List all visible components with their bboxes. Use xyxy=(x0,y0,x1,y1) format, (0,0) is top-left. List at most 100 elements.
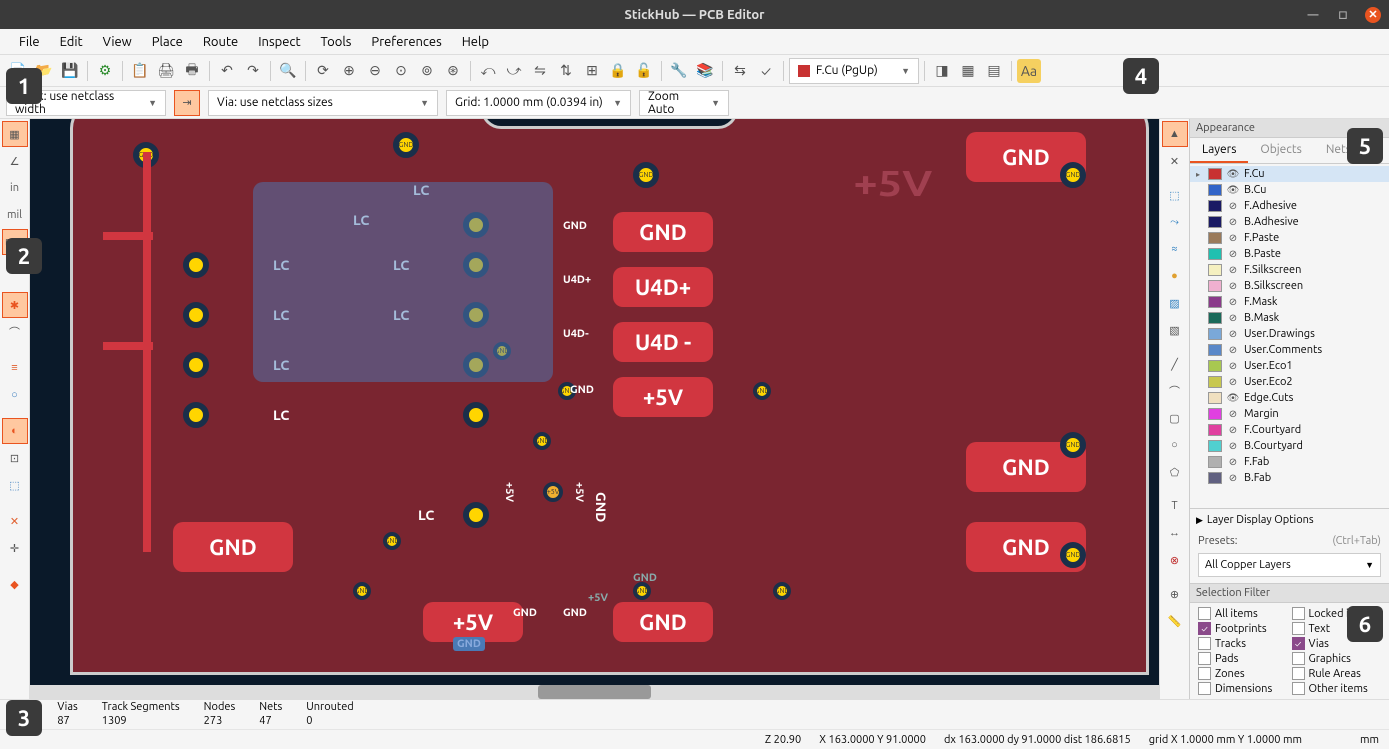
layer-row-User-Comments[interactable]: ⊘ User.Comments xyxy=(1190,342,1389,358)
board-setup-icon[interactable]: ⚙ xyxy=(93,59,117,83)
delete-icon[interactable]: ⊗ xyxy=(1162,547,1188,573)
presets-dropdown[interactable]: All Copper Layers ▼ xyxy=(1198,553,1381,577)
visibility-toggle-icon[interactable]: 👁 xyxy=(1226,183,1240,197)
zoom-in-icon[interactable]: ⊕ xyxy=(337,59,361,83)
filter-rule-areas[interactable]: Rule Areas xyxy=(1292,667,1382,680)
checkbox-icon[interactable] xyxy=(1198,652,1211,665)
visibility-toggle-icon[interactable]: ⊘ xyxy=(1226,375,1240,389)
filter-tracks[interactable]: Tracks xyxy=(1198,637,1288,650)
pad-outline-icon[interactable]: ○ xyxy=(2,382,28,408)
zoom-fit-icon[interactable]: ⊙ xyxy=(389,59,413,83)
mirror-h-icon[interactable]: ⇋ xyxy=(528,59,552,83)
checkbox-icon[interactable] xyxy=(1292,682,1305,695)
draw-circle-icon[interactable]: ○ xyxy=(1162,432,1188,458)
menu-tools[interactable]: Tools xyxy=(312,32,361,52)
filter-graphics[interactable]: Graphics xyxy=(1292,652,1382,665)
checkbox-icon[interactable] xyxy=(1292,667,1305,680)
pcb-canvas[interactable]: GND GND GND GND GND U4D+ U4D - +5V GND +… xyxy=(30,119,1159,685)
checkbox-icon[interactable] xyxy=(1292,607,1305,620)
net-color-icon[interactable]: ✛ xyxy=(2,535,28,561)
horizontal-scrollbar[interactable] xyxy=(30,685,1159,699)
layer-row-B-Adhesive[interactable]: ⊘ B.Adhesive xyxy=(1190,214,1389,230)
visibility-toggle-icon[interactable]: 👁 xyxy=(1226,391,1240,405)
layer-row-F-Mask[interactable]: ⊘ F.Mask xyxy=(1190,294,1389,310)
layers-list[interactable]: ▸ 👁 F.Cu 👁 B.Cu ⊘ F.Adhesive ⊘ B.Adhesiv… xyxy=(1190,164,1389,508)
checkbox-icon[interactable] xyxy=(1292,622,1305,635)
set-origin-icon[interactable]: ⊕ xyxy=(1162,581,1188,607)
rotate-ccw-icon[interactable]: ⤺ xyxy=(476,59,500,83)
visibility-toggle-icon[interactable]: ⊘ xyxy=(1226,423,1240,437)
menu-file[interactable]: File xyxy=(10,32,49,52)
place-footprint-icon[interactable]: ⬚ xyxy=(1162,182,1188,208)
layer-row-B-Paste[interactable]: ⊘ B.Paste xyxy=(1190,246,1389,262)
select-tool-icon[interactable]: ▲ xyxy=(1162,121,1188,147)
menu-view[interactable]: View xyxy=(94,32,141,52)
graphic-outline-icon[interactable]: ⬚ xyxy=(2,472,28,498)
layer-row-F-Silkscreen[interactable]: ⊘ F.Silkscreen xyxy=(1190,262,1389,278)
add-rule-area-icon[interactable]: ▧ xyxy=(1162,317,1188,343)
layer-row-Edge-Cuts[interactable]: 👁 Edge.Cuts xyxy=(1190,390,1389,406)
polar-coord-icon[interactable]: ∠ xyxy=(2,148,28,174)
checkbox-icon[interactable] xyxy=(1198,667,1211,680)
checkbox-icon[interactable] xyxy=(1198,637,1211,650)
visibility-toggle-icon[interactable]: ⊘ xyxy=(1226,263,1240,277)
tab-layers[interactable]: Layers xyxy=(1190,138,1248,163)
visibility-toggle-icon[interactable]: ⊘ xyxy=(1226,247,1240,261)
highlight-net-icon[interactable]: ✕ xyxy=(1162,148,1188,174)
visibility-toggle-icon[interactable]: ⊘ xyxy=(1226,327,1240,341)
visibility-toggle-icon[interactable]: ⊘ xyxy=(1226,215,1240,229)
visibility-toggle-icon[interactable]: ⊘ xyxy=(1226,439,1240,453)
group-icon[interactable]: ⊞ xyxy=(580,59,604,83)
add-dimension-icon[interactable]: ↔ xyxy=(1162,520,1188,546)
filter-dimensions[interactable]: Dimensions xyxy=(1198,682,1288,695)
active-layer-dropdown[interactable]: F.Cu (PgUp) ▼ xyxy=(789,58,919,84)
visibility-toggle-icon[interactable]: ⊘ xyxy=(1226,199,1240,213)
menu-route[interactable]: Route xyxy=(194,32,247,52)
zoom-object-icon[interactable]: ⊚ xyxy=(415,59,439,83)
rotate-cw-icon[interactable]: ⤻ xyxy=(502,59,526,83)
draw-rect-icon[interactable]: ▢ xyxy=(1162,405,1188,431)
visibility-toggle-icon[interactable]: ⊘ xyxy=(1226,295,1240,309)
page-settings-icon[interactable]: 📋 xyxy=(128,59,152,83)
layer-row-F-Paste[interactable]: ⊘ F.Paste xyxy=(1190,230,1389,246)
close-button[interactable]: ✕ xyxy=(1365,7,1381,23)
visibility-toggle-icon[interactable]: ⊘ xyxy=(1226,359,1240,373)
layers-manager-icon[interactable]: ◆ xyxy=(2,571,28,597)
plot-icon[interactable]: 🖶 xyxy=(180,59,204,83)
layer-row-F-Fab[interactable]: ⊘ F.Fab xyxy=(1190,454,1389,470)
unlock-icon[interactable]: 🔓 xyxy=(632,59,656,83)
add-text-icon[interactable]: T xyxy=(1162,493,1188,519)
filter-other-items[interactable]: Other items xyxy=(1292,682,1382,695)
visibility-toggle-icon[interactable]: 👁 xyxy=(1226,167,1240,181)
visibility-toggle-icon[interactable]: ⊘ xyxy=(1226,343,1240,357)
layer-row-F-Adhesive[interactable]: ⊘ F.Adhesive xyxy=(1190,198,1389,214)
print-icon[interactable]: 🖨 xyxy=(154,59,178,83)
redo-icon[interactable]: ↷ xyxy=(241,59,265,83)
route-diff-pair-icon[interactable]: ≈ xyxy=(1162,236,1188,262)
add-via-icon[interactable]: ● xyxy=(1162,263,1188,289)
add-zone-icon[interactable]: ▨ xyxy=(1162,290,1188,316)
inches-unit-icon[interactable]: in xyxy=(2,175,28,201)
mils-unit-icon[interactable]: mil xyxy=(2,202,28,228)
filter-all-items[interactable]: All items xyxy=(1198,607,1288,620)
filter-zones[interactable]: Zones xyxy=(1198,667,1288,680)
menu-help[interactable]: Help xyxy=(453,32,498,52)
filter-pads[interactable]: Pads xyxy=(1198,652,1288,665)
layer-row-B-Silkscreen[interactable]: ⊘ B.Silkscreen xyxy=(1190,278,1389,294)
zoom-dropdown[interactable]: Zoom Auto▼ xyxy=(639,90,729,116)
route-track-icon[interactable]: ⤳ xyxy=(1162,209,1188,235)
layer-row-User-Eco2[interactable]: ⊘ User.Eco2 xyxy=(1190,374,1389,390)
visibility-toggle-icon[interactable]: ⊘ xyxy=(1226,311,1240,325)
checkbox-icon[interactable]: ✓ xyxy=(1198,622,1211,635)
draw-polygon-icon[interactable]: ⬠ xyxy=(1162,459,1188,485)
zone-display-icon[interactable]: ≡ xyxy=(2,355,28,381)
ratsnest-toggle-icon[interactable]: ✱ xyxy=(2,292,28,318)
zoom-out-icon[interactable]: ⊖ xyxy=(363,59,387,83)
checkbox-icon[interactable] xyxy=(1198,682,1211,695)
minimize-button[interactable]: — xyxy=(1305,7,1321,23)
track-outline-icon[interactable]: ⊡ xyxy=(2,445,28,471)
visibility-toggle-icon[interactable]: ⊘ xyxy=(1226,279,1240,293)
drc-icon[interactable]: ✓ xyxy=(754,59,778,83)
layer-row-B-Fab[interactable]: ⊘ B.Fab xyxy=(1190,470,1389,486)
layer-row-Margin[interactable]: ⊘ Margin xyxy=(1190,406,1389,422)
